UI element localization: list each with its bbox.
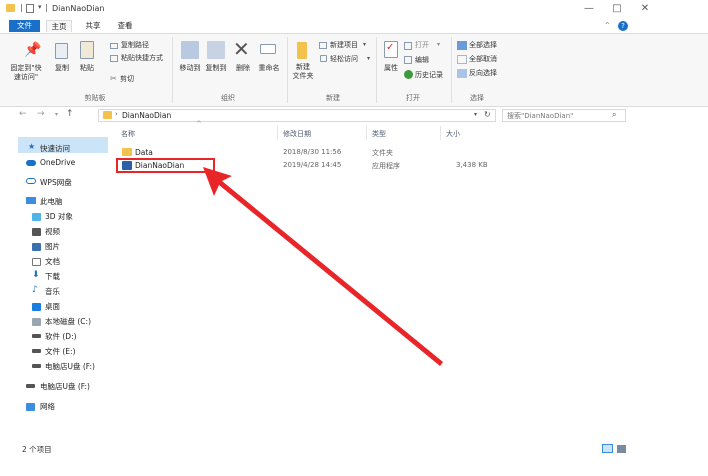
details-view-icon[interactable] bbox=[602, 444, 613, 453]
annotation-arrow bbox=[203, 167, 443, 366]
status-item-count: 2 个项目 bbox=[22, 445, 52, 454]
arrow-shape bbox=[203, 167, 443, 366]
large-icons-view-icon[interactable] bbox=[617, 445, 626, 453]
